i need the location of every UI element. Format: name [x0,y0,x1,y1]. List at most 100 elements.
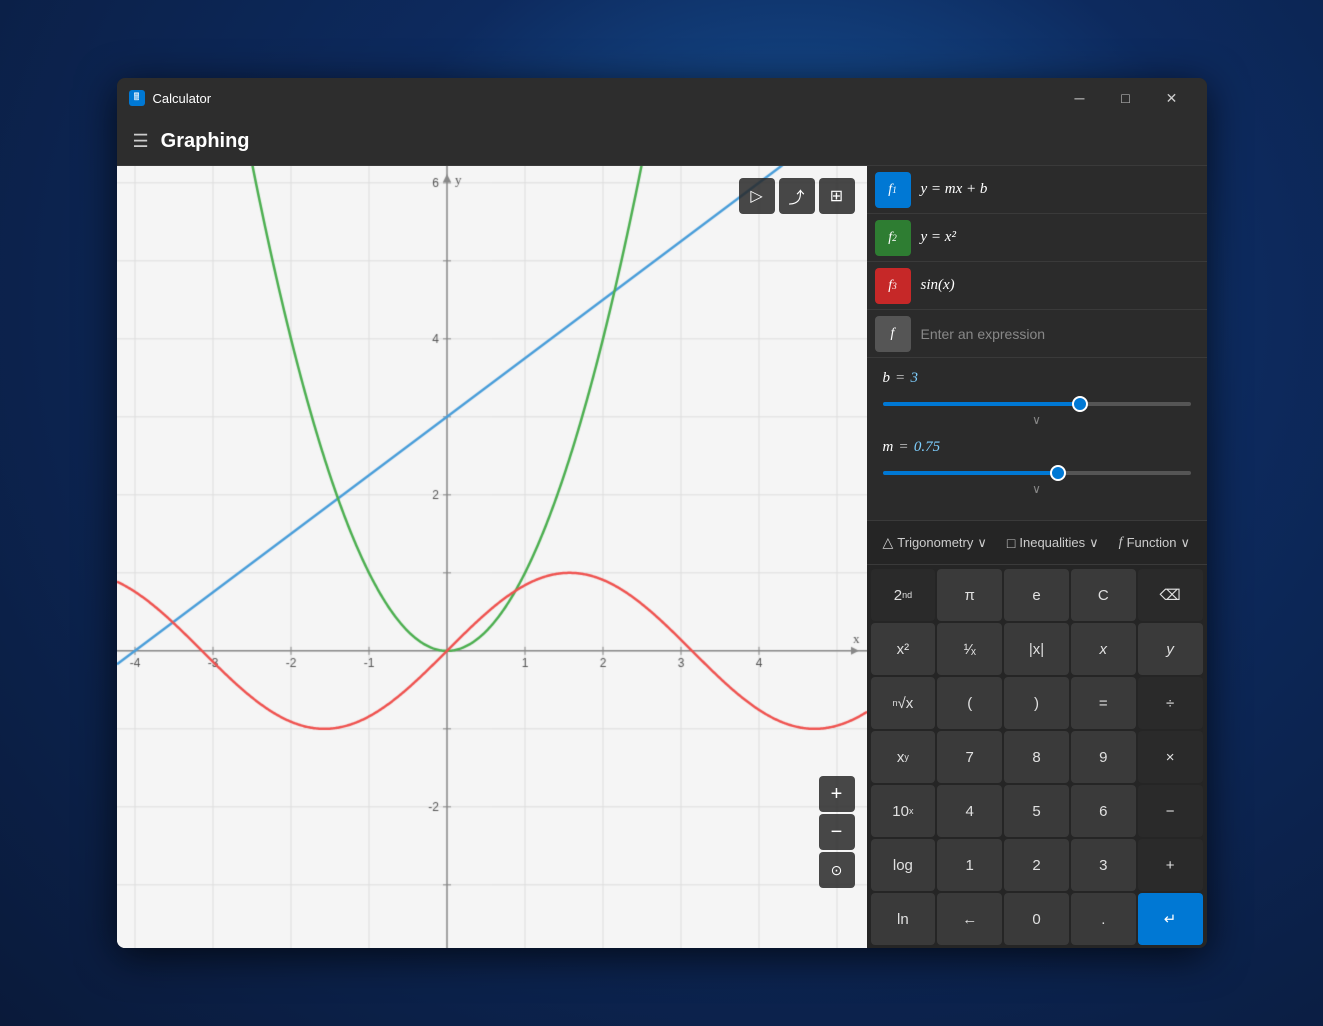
app-header: ☰ Graphing [117,118,1207,166]
category-bar: △ Trigonometry ∨ □ Inequalities ∨ f Func… [867,521,1207,565]
key-e[interactable]: e [1004,569,1069,621]
trig-label: Trigonometry [897,535,973,550]
minimize-button[interactable]: ─ [1057,82,1103,114]
select-tool-button[interactable]: ▷ [739,178,775,214]
function-row-4[interactable]: f Enter an expression [867,310,1207,358]
function-row-1[interactable]: f1 y = mx + b [867,166,1207,214]
inequalities-button[interactable]: □ Inequalities ∨ [999,531,1107,555]
key-plus[interactable]: + [1138,839,1203,891]
trig-icon: △ [883,534,894,551]
key-lparen[interactable]: ( [937,677,1002,729]
slider-m-label: m = 0.75 [883,439,1191,456]
function-row-2[interactable]: f2 y = x² [867,214,1207,262]
key-3[interactable]: 3 [1071,839,1136,891]
key-enter[interactable]: ↵ [1138,893,1203,945]
key-1x[interactable]: ¹⁄ₓ [937,623,1002,675]
key-abs[interactable]: |x| [1004,623,1069,675]
function-placeholder: Enter an expression [921,326,1046,342]
key-nrt[interactable]: n√x [871,677,936,729]
zoom-controls: + − ⊙ [819,776,855,888]
menu-icon[interactable]: ☰ [133,131,149,152]
key-dot[interactable]: . [1071,893,1136,945]
app-icon: 🖩 [129,90,145,106]
functions-list: f1 y = mx + b f2 y = x² f3 sin(x) [867,166,1207,358]
key-multiply[interactable]: × [1138,731,1203,783]
main-content: ▷ ⤴ ⊞ + − ⊙ f1 y = mx + b [117,166,1207,948]
zoom-out-button[interactable]: − [819,814,855,850]
slider-b-value: 3 [910,370,918,387]
key-x-var[interactable]: x [1071,623,1136,675]
slider-m-equals: = [899,439,907,456]
graph-area: ▷ ⤴ ⊞ + − ⊙ [117,166,867,948]
slider-b-equals: = [896,370,904,387]
function-badge-3: f3 [875,268,911,304]
slider-m-value: 0.75 [914,439,940,456]
function-badge-4: f [875,316,911,352]
key-minus[interactable]: − [1138,785,1203,837]
key-1[interactable]: 1 [937,839,1002,891]
ineq-chevron: ∨ [1089,535,1099,551]
key-5[interactable]: 5 [1004,785,1069,837]
key-xy[interactable]: xy [871,731,936,783]
zoom-in-button[interactable]: + [819,776,855,812]
slider-b-row: b = 3 ∨ [883,370,1191,427]
page-title: Graphing [161,130,250,153]
window-title: Calculator [153,91,1057,106]
key-x2[interactable]: x² [871,623,936,675]
function-badge-1: f1 [875,172,911,208]
key-divide[interactable]: ÷ [1138,677,1203,729]
key-2[interactable]: 2 [1004,839,1069,891]
slider-b-label: b = 3 [883,370,1191,387]
settings-button[interactable]: ⊞ [819,178,855,214]
ineq-label: Inequalities [1019,535,1085,550]
key-4[interactable]: 4 [937,785,1002,837]
key-pi[interactable]: π [937,569,1002,621]
key-equals[interactable]: = [1071,677,1136,729]
share-button[interactable]: ⤴ [779,178,815,214]
slider-m-chevron[interactable]: ∨ [883,480,1191,496]
function-expr-2: y = x² [921,229,956,246]
graph-canvas [117,166,867,948]
function-badge-2: f2 [875,220,911,256]
slider-m-row: m = 0.75 ∨ [883,439,1191,496]
key-8[interactable]: 8 [1004,731,1069,783]
screenshot-button[interactable]: ⊙ [819,852,855,888]
window-controls: ─ □ ✕ [1057,82,1195,114]
slider-m-var: m [883,439,894,456]
function-expr-1: y = mx + b [921,181,988,198]
function-row-3[interactable]: f3 sin(x) [867,262,1207,310]
key-6[interactable]: 6 [1071,785,1136,837]
graph-toolbar: ▷ ⤴ ⊞ [739,178,855,214]
func-label: Function [1127,535,1177,550]
func-chevron: ∨ [1180,535,1190,551]
close-button[interactable]: ✕ [1149,82,1195,114]
maximize-button[interactable]: □ [1103,82,1149,114]
key-log[interactable]: log [871,839,936,891]
key-y-var[interactable]: y [1138,623,1203,675]
key-10x[interactable]: 10x [871,785,936,837]
key-ln[interactable]: ln [871,893,936,945]
calculator-window: 🖩 Calculator ─ □ ✕ ☰ Graphing ▷ ⤴ ⊞ + − [117,78,1207,948]
slider-b-chevron[interactable]: ∨ [883,411,1191,427]
right-panel: f1 y = mx + b f2 y = x² f3 sin(x) [867,166,1207,948]
sliders-area: b = 3 ∨ m = 0.75 ∨ [867,358,1207,521]
function-expr-3: sin(x) [921,277,955,294]
trig-chevron: ∨ [977,535,987,551]
function-button[interactable]: f Function ∨ [1111,531,1198,555]
key-9[interactable]: 9 [1071,731,1136,783]
ineq-icon: □ [1007,535,1015,551]
key-clear[interactable]: C [1071,569,1136,621]
trigonometry-button[interactable]: △ Trigonometry ∨ [875,530,995,555]
key-backspace[interactable]: ⌫ [1138,569,1203,621]
key-0[interactable]: 0 [1004,893,1069,945]
keypad: 2nd π e C ⌫ x² ¹⁄ₓ |x| x y n√x ( ) = ÷ x… [867,565,1207,948]
key-left[interactable]: ← [937,893,1002,945]
key-7[interactable]: 7 [937,731,1002,783]
key-2nd[interactable]: 2nd [871,569,936,621]
slider-m-input[interactable] [883,471,1191,475]
slider-b-var: b [883,370,891,387]
slider-b-input[interactable] [883,402,1191,406]
titlebar: 🖩 Calculator ─ □ ✕ [117,78,1207,118]
key-rparen[interactable]: ) [1004,677,1069,729]
func-icon: f [1119,535,1123,551]
